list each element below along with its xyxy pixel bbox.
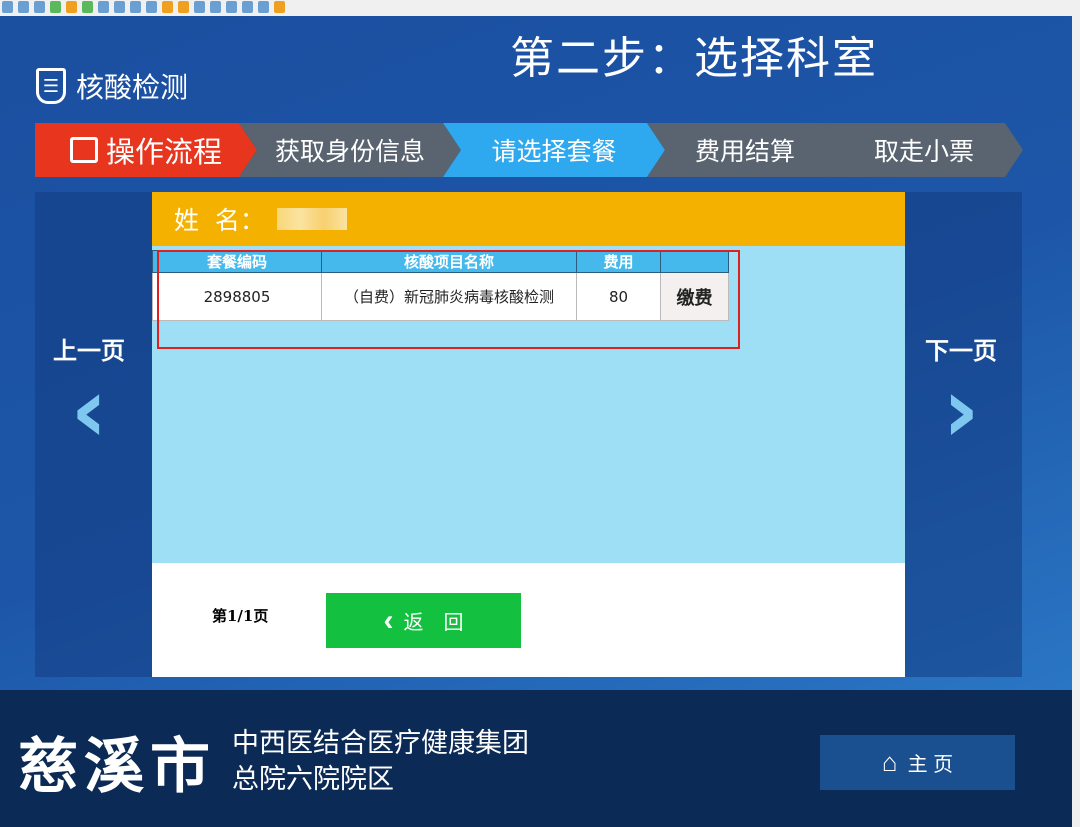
step-progress: 操作流程 获取身份信息 请选择套餐 费用结算 取走小票 [35, 123, 1025, 177]
chevron-right-icon: › [942, 358, 980, 463]
organization: 中西医结合医疗健康集团 总院六院院区 [232, 726, 529, 798]
back-button[interactable]: ‹ 返 回 [326, 593, 521, 648]
home-button[interactable]: ⌂ 主 页 [820, 735, 1015, 790]
back-label: 返 回 [403, 612, 464, 634]
flowchart-icon [70, 137, 98, 163]
package-list: 套餐编码 核酸项目名称 费用 2898805 （自费）新冠肺炎病毒核酸检测 80… [152, 246, 905, 563]
step-3: 费用结算 [647, 123, 843, 177]
toolbar-icon[interactable] [146, 1, 157, 13]
app-logo: ☰ 核酸检测 [36, 66, 188, 106]
prev-page-button[interactable]: 上一页 ‹ [44, 331, 134, 456]
step-label: 操作流程 [105, 135, 222, 169]
org-line2: 总院六院院区 [232, 764, 394, 795]
card-footer: 第1/1页 ‹ 返 回 [152, 563, 905, 677]
highlight-box [157, 250, 740, 349]
patient-name-bar: 姓 名： [152, 192, 905, 246]
step-2: 请选择套餐 [443, 123, 665, 177]
org-line1: 中西医结合医疗健康集团 [232, 728, 529, 759]
step-1: 获取身份信息 [239, 123, 461, 177]
step-label: 费用结算 [694, 137, 795, 166]
toolbar-icon[interactable] [114, 1, 125, 13]
toolbar-icon[interactable] [258, 1, 269, 13]
step-label: 获取身份信息 [274, 137, 425, 166]
next-page-button[interactable]: 下一页 › [916, 331, 1006, 456]
scrollbar[interactable] [1072, 16, 1080, 827]
toolbar-icon[interactable] [66, 1, 77, 13]
name-label: 姓 名： [174, 206, 265, 235]
system-toolbar [0, 0, 1080, 16]
home-icon: ⌂ [881, 747, 898, 777]
toolbar-icon[interactable] [162, 1, 173, 13]
step-label: 请选择套餐 [491, 137, 617, 166]
ticket-icon: ☰ [36, 68, 66, 104]
toolbar-icon[interactable] [242, 1, 253, 13]
package-card: 姓 名： 套餐编码 核酸项目名称 费用 2898805 （自费）新冠肺炎病毒核酸… [152, 192, 905, 677]
name-value-redacted [276, 208, 347, 230]
toolbar-icon[interactable] [34, 1, 45, 13]
toolbar-icon[interactable] [2, 1, 13, 13]
chevron-left-icon: ‹ [383, 603, 394, 637]
home-label: 主 页 [907, 754, 954, 776]
toolbar-icon[interactable] [98, 1, 109, 13]
chevron-left-icon: ‹ [70, 358, 108, 463]
step-title: 第二步：选择科室 [510, 33, 878, 84]
footer: 慈溪市 中西医结合医疗健康集团 总院六院院区 ⌂ 主 页 [0, 690, 1072, 827]
toolbar-icon[interactable] [194, 1, 205, 13]
city-name: 慈溪市 [18, 732, 216, 802]
toolbar-icon[interactable] [130, 1, 141, 13]
step-0: 操作流程 [35, 123, 257, 177]
toolbar-icon[interactable] [210, 1, 221, 13]
toolbar-icon[interactable] [226, 1, 237, 13]
toolbar-icon[interactable] [274, 1, 285, 13]
toolbar-icon[interactable] [82, 1, 93, 13]
toolbar-icon[interactable] [178, 1, 189, 13]
toolbar-icon[interactable] [50, 1, 61, 13]
step-4: 取走小票 [825, 123, 1023, 177]
page-indicator: 第1/1页 [212, 607, 269, 625]
app-title: 核酸检测 [76, 71, 189, 104]
step-label: 取走小票 [873, 137, 974, 166]
toolbar-icon[interactable] [18, 1, 29, 13]
kiosk-screen: 第二步：选择科室 ☰ 核酸检测 操作流程 获取身份信息 请选择套餐 费用结算 取… [0, 16, 1072, 690]
